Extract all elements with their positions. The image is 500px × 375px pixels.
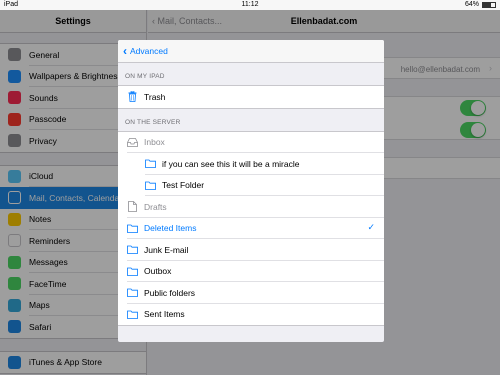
mailbox-label: if you can see this it will be a miracle bbox=[162, 158, 300, 169]
folder-icon bbox=[127, 244, 138, 255]
mailbox-row-public-folders[interactable]: Public folders bbox=[118, 282, 384, 304]
status-bar: iPad 11:12 64% bbox=[0, 0, 500, 10]
advanced-back-button[interactable]: ‹ Advanced bbox=[123, 45, 168, 57]
mailbox-row-test-folder[interactable]: Test Folder bbox=[118, 175, 384, 196]
folder-icon bbox=[127, 287, 138, 298]
section-header-ipad: ON MY IPAD bbox=[118, 63, 384, 85]
trash-icon bbox=[127, 91, 138, 103]
mailbox-label: Drafts bbox=[144, 201, 167, 212]
mailbox-label: Sent Items bbox=[144, 309, 185, 320]
document-icon bbox=[127, 201, 138, 213]
mailbox-row-sent-items[interactable]: Sent Items bbox=[118, 304, 384, 326]
folder-icon bbox=[127, 309, 138, 320]
clock: 11:12 bbox=[241, 1, 259, 8]
mailbox-picker-modal: ‹ Advanced ON MY IPAD Trash ON THE SERVE… bbox=[118, 40, 384, 342]
checkmark-icon: ✓ bbox=[367, 221, 375, 232]
section-label-server: ON THE SERVER bbox=[125, 118, 181, 126]
mailbox-row-deleted-items[interactable]: Deleted Items ✓ bbox=[118, 218, 384, 239]
section-header-server: ON THE SERVER bbox=[118, 109, 384, 131]
mailbox-row-drafts[interactable]: Drafts bbox=[118, 196, 384, 218]
mailbox-label: Trash bbox=[144, 91, 166, 102]
mailbox-label: Junk E-mail bbox=[144, 244, 189, 255]
inbox-icon bbox=[127, 137, 138, 148]
folder-icon bbox=[145, 158, 156, 169]
mailbox-row-inbox[interactable]: Inbox bbox=[118, 132, 384, 153]
advanced-back-label: Advanced bbox=[130, 46, 168, 56]
folder-icon bbox=[127, 266, 138, 277]
folder-icon bbox=[145, 180, 156, 191]
battery-area: 64% bbox=[465, 1, 496, 8]
mailbox-label: Deleted Items bbox=[144, 223, 197, 234]
mailbox-label: Inbox bbox=[144, 137, 165, 148]
ipad-mailbox-list: Trash bbox=[118, 85, 384, 109]
battery-icon bbox=[482, 1, 496, 8]
mailbox-label: Outbox bbox=[144, 266, 172, 277]
mailbox-label: Public folders bbox=[144, 287, 196, 298]
mailbox-row-outbox[interactable]: Outbox bbox=[118, 261, 384, 282]
server-mailbox-list: Inbox if you can see this it will be a mi… bbox=[118, 130, 384, 326]
mailbox-row-junk-e-mail[interactable]: Junk E-mail bbox=[118, 239, 384, 261]
mailbox-row-trash[interactable]: Trash bbox=[118, 86, 384, 108]
battery-percent: 64% bbox=[464, 1, 479, 8]
chevron-left-icon: ‹ bbox=[123, 44, 127, 58]
section-label-ipad: ON MY IPAD bbox=[125, 73, 165, 80]
mailbox-label: Test Folder bbox=[162, 180, 205, 191]
modal-nav-bar: ‹ Advanced bbox=[118, 40, 384, 63]
mailbox-row-if-you-can-see-this-it-will-be-a-miracle[interactable]: if you can see this it will be a miracle bbox=[118, 153, 384, 175]
folder-icon bbox=[127, 223, 138, 234]
